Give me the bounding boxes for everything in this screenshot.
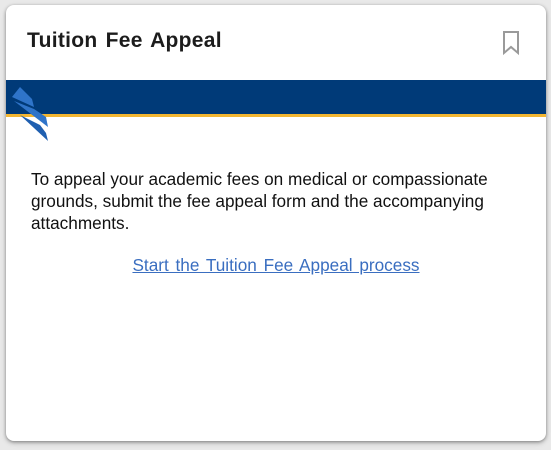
card-title: Tuition Fee Appeal — [27, 29, 222, 52]
card-description: To appeal your academic fees on medical … — [31, 169, 488, 233]
tuition-fee-appeal-card: Tuition Fee Appeal To appeal your academ… — [6, 5, 546, 441]
card-header: Tuition Fee Appeal — [6, 5, 546, 80]
start-appeal-link[interactable]: Start the Tuition Fee Appeal process — [132, 255, 419, 275]
card-banner — [6, 80, 546, 117]
university-logo-icon — [8, 85, 54, 141]
bookmark-icon[interactable] — [501, 30, 521, 56]
card-link-container: Start the Tuition Fee Appeal process — [6, 254, 546, 276]
